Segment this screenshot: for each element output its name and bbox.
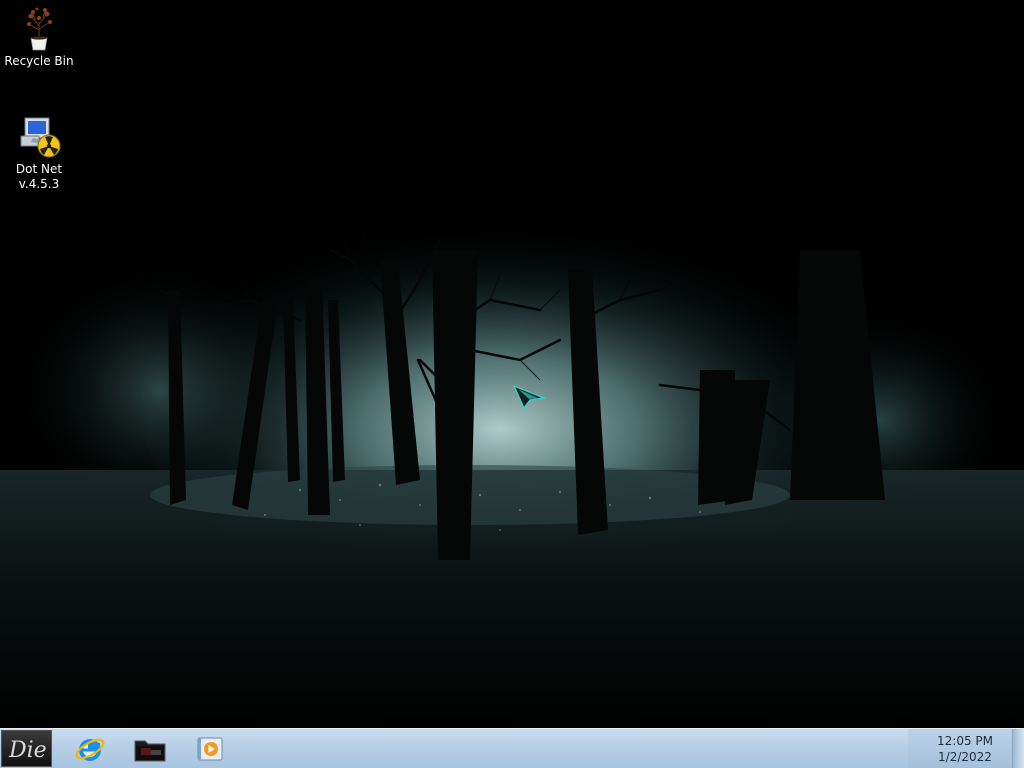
die-logo-icon: Die (8, 738, 47, 763)
dotnet-label-line1: Dot Net (15, 162, 63, 176)
internet-explorer-icon (75, 738, 105, 761)
desktop[interactable]: Recycle Bin Dot Net v.4.5.3 (0, 0, 1024, 728)
taskbar-file-explorer[interactable] (122, 731, 178, 767)
system-clock[interactable]: 12:05 PM 1/2/2022 (920, 733, 1010, 765)
recycle-bin-plant-icon (27, 7, 52, 51)
clock-time: 12:05 PM (937, 734, 993, 748)
dotnet-label-line2: v.4.5.3 (18, 177, 60, 191)
recycle-bin-shortcut[interactable]: Recycle Bin (1, 4, 77, 69)
folder-icon (134, 740, 166, 762)
taskbar: Die 12:05 PM 1/2/2022 (0, 728, 1024, 768)
taskbar-internet-explorer[interactable] (62, 731, 118, 767)
show-desktop-button[interactable] (1012, 729, 1024, 768)
wallpaper (0, 0, 1024, 728)
media-player-icon (197, 737, 223, 761)
clock-date: 1/2/2022 (938, 750, 992, 764)
start-logo-text: Die (8, 738, 47, 763)
dotnet-shortcut[interactable]: Dot Net v.4.5.3 (1, 112, 77, 192)
mouse-cursor-icon (512, 384, 546, 410)
taskbar-media-player[interactable] (182, 731, 238, 767)
start-button[interactable]: Die (1, 730, 52, 767)
dotnet-installer-icon (20, 117, 61, 158)
recycle-bin-label: Recycle Bin (4, 54, 74, 68)
